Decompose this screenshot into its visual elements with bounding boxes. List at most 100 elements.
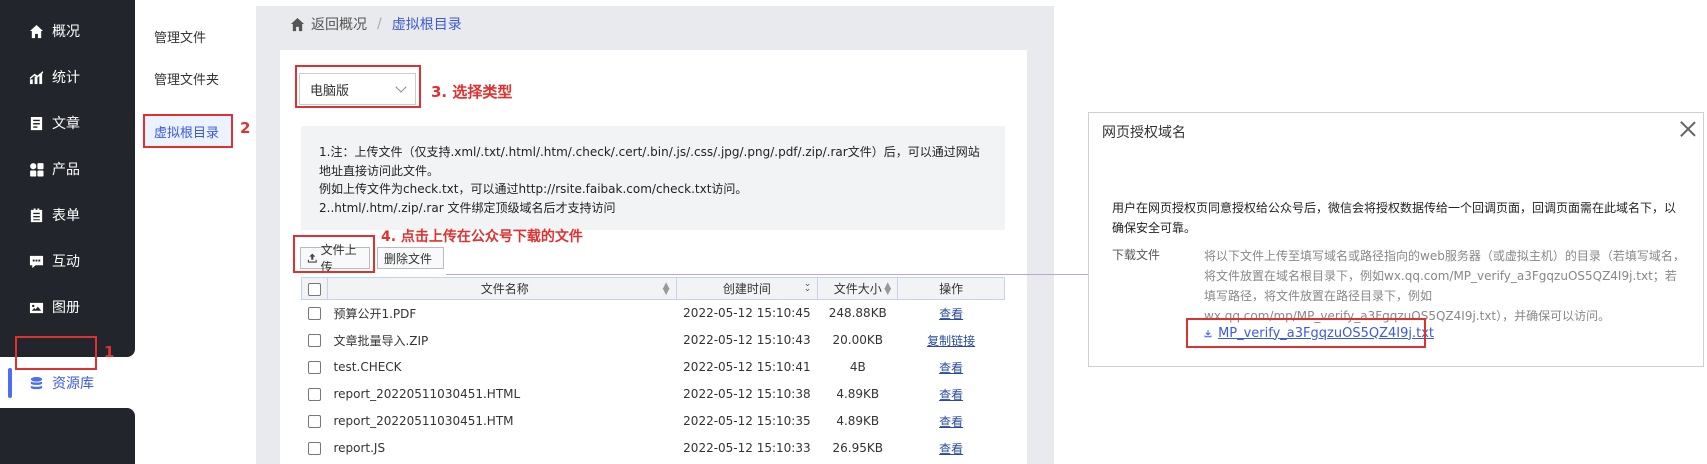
file-name: report_20220511030451.HTM: [327, 407, 677, 435]
annotation-step-1: 1: [104, 343, 115, 361]
download-instructions: 将以下文件上传至填写域名或路径指向的web服务器（或虚拟主机）的目录（若填写域名…: [1204, 249, 1685, 323]
op-cell: 查看: [897, 407, 1005, 435]
trade-icon: [28, 388, 44, 404]
product-icon: [28, 161, 44, 177]
notice-line-3: 2..html/.htm/.zip/.rar 文件绑定顶级域名后才支持访问: [319, 200, 616, 215]
sidebar-item-form[interactable]: 表单: [0, 192, 135, 238]
sidebar-item-interaction[interactable]: 互动: [0, 238, 135, 284]
select-all-checkbox[interactable]: [307, 282, 321, 296]
table-row: 预算公开1.PDF 2022-05-12 15:10:45 248.88KB 查…: [301, 299, 1005, 327]
annotation-step-3: 3. 选择类型: [431, 83, 513, 101]
view-link[interactable]: 查看: [939, 442, 963, 456]
file-name: 预算公开1.PDF: [327, 299, 677, 327]
home-icon: [28, 23, 44, 39]
table-row: report_20220511030451.HTML 2022-05-12 15…: [301, 380, 1005, 408]
file-time: 2022-05-12 15:10:33: [676, 434, 818, 462]
breadcrumb-back-link[interactable]: 返回概况: [311, 14, 367, 34]
file-table: 文件名称 ▲ ▼ 创建时间 ⌄ ⌄ 文件大小 ▲ ▼ 操作 预算公开1.PDF 2022-0…: [301, 277, 1005, 462]
op-cell: 查看: [897, 434, 1005, 462]
sort-icon: ▲ ▼: [884, 281, 892, 297]
file-time: 2022-05-12 15:10:35: [676, 407, 818, 435]
header-time[interactable]: 创建时间 ⌄ ⌄: [675, 277, 819, 300]
notice-line-2: 例如上传文件为check.txt，可以通过http://rsite.faibak…: [319, 182, 748, 196]
annotation-step-4: 4. 点击上传在公众号下载的文件: [381, 229, 583, 245]
row-checkbox-cell: [301, 353, 328, 381]
sort-desc-icon: ⌄ ⌄: [803, 279, 812, 294]
highlight-box-upload: [293, 235, 375, 273]
table-row: 文章批量导入.ZIP 2022-05-12 15:10:43 20.00KB 复…: [301, 326, 1005, 354]
file-size: 26.95KB: [817, 434, 898, 462]
header-size[interactable]: 文件大小 ▲ ▼: [817, 277, 899, 300]
delete-file-label: 删除文件: [384, 251, 433, 266]
album-icon: [28, 299, 44, 315]
sidebar-item-label: 概况: [52, 24, 80, 40]
header-op: 操作: [897, 277, 1005, 300]
op-cell: 查看: [897, 353, 1005, 381]
sidebar-item-label: 交易管理: [52, 389, 108, 405]
form-icon: [28, 207, 44, 223]
copy-link[interactable]: 复制链接: [927, 334, 975, 348]
sidebar-item-trade[interactable]: 交易管理: [0, 373, 135, 419]
highlight-box-resource: [15, 336, 97, 370]
file-time: 2022-05-12 15:10:41: [676, 353, 818, 381]
close-icon[interactable]: [1680, 121, 1696, 137]
view-link[interactable]: 查看: [939, 388, 963, 402]
connector-line: [446, 274, 1199, 275]
op-cell: 查看: [897, 299, 1005, 327]
row-checkbox[interactable]: [307, 334, 321, 347]
sidebar-item-stats[interactable]: 统计: [0, 54, 135, 100]
header-name[interactable]: 文件名称 ▲ ▼: [326, 277, 677, 300]
sidebar-item-product[interactable]: 产品: [0, 146, 135, 192]
table-header-row: 文件名称 ▲ ▼ 创建时间 ⌄ ⌄ 文件大小 ▲ ▼ 操作: [301, 277, 1005, 300]
sidebar-item-label: 图册: [52, 300, 80, 316]
file-size: 4.89KB: [817, 380, 898, 408]
row-checkbox[interactable]: [307, 361, 321, 374]
row-checkbox[interactable]: [307, 388, 321, 401]
file-size: 20.00KB: [817, 326, 898, 354]
row-checkbox[interactable]: [307, 415, 321, 428]
select-all-cell: [301, 277, 328, 300]
sidebar-item-label: 文章: [52, 116, 80, 132]
sidebar-item-overview[interactable]: 概况: [0, 8, 135, 54]
subnav-manage-files[interactable]: 管理文件: [154, 27, 206, 46]
annotation-step-2: 2: [240, 119, 251, 137]
file-name: report.JS: [327, 434, 677, 462]
file-size: 4.89KB: [817, 407, 898, 435]
header-time-label: 创建时间: [722, 282, 771, 296]
file-name: test.CHECK: [327, 353, 677, 381]
table-row: report_20220511030451.HTM 2022-05-12 15:…: [301, 407, 1005, 435]
sidebar-item-album[interactable]: 图册: [0, 284, 135, 330]
op-cell: 复制链接: [897, 326, 1005, 354]
row-checkbox[interactable]: [307, 307, 321, 320]
breadcrumb-current: 虚拟根目录: [391, 17, 462, 33]
delete-file-button[interactable]: 删除文件: [377, 247, 444, 269]
view-link[interactable]: 查看: [939, 415, 963, 429]
view-link[interactable]: 查看: [939, 307, 963, 321]
row-checkbox-cell: [301, 299, 328, 327]
header-size-label: 文件大小: [833, 282, 882, 296]
row-checkbox-cell: [301, 380, 328, 408]
op-cell: 查看: [897, 380, 1005, 408]
highlight-box-type-select: [295, 65, 421, 108]
breadcrumb: 返回概况 / 虚拟根目录: [290, 14, 462, 34]
sidebar-item-label: 统计: [52, 70, 80, 86]
header-op-label: 操作: [939, 282, 964, 296]
table-row: report.JS 2022-05-12 15:10:33 26.95KB 查看: [301, 434, 1005, 462]
file-size: 248.88KB: [817, 299, 898, 327]
sidebar-item-label: 产品: [52, 162, 80, 178]
stats-icon: [28, 69, 44, 85]
download-label: 下载文件: [1112, 248, 1161, 262]
article-icon: [28, 115, 44, 131]
dialog-title: 网页授权域名: [1102, 125, 1186, 141]
upload-notice: 1.注：上传文件（仅支持.xml/.txt/.html/.htm/.check/…: [301, 126, 1005, 230]
file-size: 4B: [817, 353, 898, 381]
row-checkbox[interactable]: [307, 442, 321, 455]
sidebar-item-article[interactable]: 文章: [0, 100, 135, 146]
sidebar-item-label: 表单: [52, 208, 80, 224]
highlight-box-download: [1186, 318, 1426, 348]
breadcrumb-separator: /: [377, 16, 382, 32]
view-link[interactable]: 查看: [939, 361, 963, 375]
subnav-manage-folders[interactable]: 管理文件夹: [154, 69, 219, 88]
chat-icon: [28, 253, 44, 269]
dialog-description: 用户在网页授权页同意授权给公众号后，微信会将授权数据传给一个回调页面，回调页面需…: [1112, 201, 1677, 235]
